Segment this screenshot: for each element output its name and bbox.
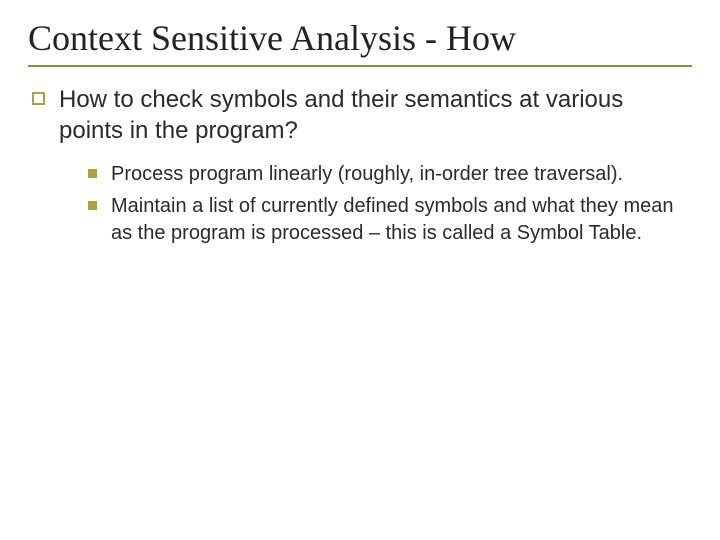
list-item: Process program linearly (roughly, in-or… xyxy=(88,161,692,187)
sub-point-text: Maintain a list of currently defined sym… xyxy=(111,193,692,246)
sub-list: Process program linearly (roughly, in-or… xyxy=(88,161,692,246)
slide-title: Context Sensitive Analysis - How xyxy=(28,18,692,59)
list-item: Maintain a list of currently defined sym… xyxy=(88,193,692,246)
square-hollow-icon xyxy=(32,92,45,105)
list-item-main: How to check symbols and their semantics… xyxy=(32,85,692,146)
sub-point-text: Process program linearly (roughly, in-or… xyxy=(111,161,623,187)
square-solid-icon xyxy=(88,169,97,178)
slide: Context Sensitive Analysis - How How to … xyxy=(0,0,720,540)
main-point-text: How to check symbols and their semantics… xyxy=(59,85,692,146)
title-underline xyxy=(28,65,692,67)
square-solid-icon xyxy=(88,201,97,210)
